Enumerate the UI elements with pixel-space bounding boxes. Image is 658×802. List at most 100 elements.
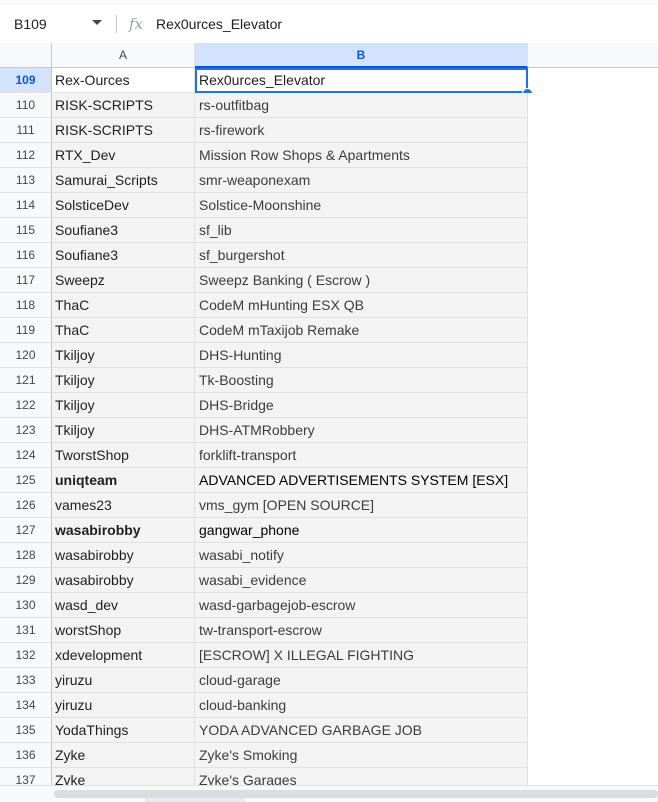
cell-b[interactable]: Zyke's Garages <box>195 768 528 785</box>
cell-b[interactable]: rs-firework <box>195 118 528 143</box>
empty-cell[interactable] <box>528 618 658 643</box>
row-header[interactable]: 137 <box>0 768 52 785</box>
name-box[interactable]: B109 <box>14 5 47 43</box>
cell-b[interactable]: Sweepz Banking ( Escrow ) <box>195 268 528 293</box>
row-header[interactable]: 130 <box>0 593 52 618</box>
row-header[interactable]: 119 <box>0 318 52 343</box>
empty-cell[interactable] <box>528 718 658 743</box>
cell-a[interactable]: wasd_dev <box>52 593 195 618</box>
cell-a[interactable]: TworstShop <box>52 443 195 468</box>
row-header[interactable]: 115 <box>0 218 52 243</box>
row-header[interactable]: 111 <box>0 118 52 143</box>
row-header[interactable]: 132 <box>0 643 52 668</box>
cell-b[interactable]: cloud-garage <box>195 668 528 693</box>
row-header[interactable]: 118 <box>0 293 52 318</box>
empty-cell[interactable] <box>528 218 658 243</box>
cell-a[interactable]: Zyke <box>52 768 195 785</box>
cell-a[interactable]: YodaThings <box>52 718 195 743</box>
empty-cell[interactable] <box>528 543 658 568</box>
empty-cell[interactable] <box>528 568 658 593</box>
scrollbar-thumb[interactable] <box>54 790 658 798</box>
empty-cell[interactable] <box>528 643 658 668</box>
empty-cell[interactable] <box>528 193 658 218</box>
cell-a[interactable]: xdevelopment <box>52 643 195 668</box>
cell-a[interactable]: RTX_Dev <box>52 143 195 168</box>
cell-a[interactable]: yiruzu <box>52 693 195 718</box>
cell-b[interactable]: Zyke's Smoking <box>195 743 528 768</box>
empty-cell[interactable] <box>528 693 658 718</box>
row-header[interactable]: 113 <box>0 168 52 193</box>
row-header[interactable]: 133 <box>0 668 52 693</box>
cell-a[interactable]: wasabirobby <box>52 568 195 593</box>
row-header[interactable]: 122 <box>0 393 52 418</box>
cell-b[interactable]: Mission Row Shops & Apartments <box>195 143 528 168</box>
cell-a[interactable]: uniqteam <box>52 468 195 493</box>
empty-cell[interactable] <box>528 368 658 393</box>
cell-b[interactable]: rs-outfitbag <box>195 93 528 118</box>
row-header[interactable]: 126 <box>0 493 52 518</box>
row-header[interactable]: 120 <box>0 343 52 368</box>
empty-cell[interactable] <box>528 318 658 343</box>
empty-cell[interactable] <box>528 243 658 268</box>
cell-a[interactable]: RISK-SCRIPTS <box>52 118 195 143</box>
cell-b[interactable]: DHS-ATMRobbery <box>195 418 528 443</box>
row-header[interactable]: 128 <box>0 543 52 568</box>
row-header[interactable]: 136 <box>0 743 52 768</box>
empty-cell[interactable] <box>528 93 658 118</box>
empty-cell[interactable] <box>528 443 658 468</box>
cell-b[interactable]: [ESCROW] X ILLEGAL FIGHTING <box>195 643 528 668</box>
chevron-down-icon[interactable] <box>92 20 102 25</box>
cell-a[interactable]: Tkiljoy <box>52 368 195 393</box>
empty-cell[interactable] <box>528 68 658 93</box>
cell-a[interactable]: yiruzu <box>52 668 195 693</box>
empty-cell[interactable] <box>528 268 658 293</box>
cell-b[interactable]: CodeM mHunting ESX QB <box>195 293 528 318</box>
row-header[interactable]: 109 <box>0 68 52 93</box>
cell-a[interactable]: Sweepz <box>52 268 195 293</box>
cell-b[interactable]: DHS-Hunting <box>195 343 528 368</box>
empty-cell[interactable] <box>528 743 658 768</box>
cell-a[interactable]: worstShop <box>52 618 195 643</box>
cell-a[interactable]: ThaC <box>52 318 195 343</box>
empty-cell[interactable] <box>528 668 658 693</box>
cell-a[interactable]: wasabirobby <box>52 543 195 568</box>
cell-b[interactable]: sf_lib <box>195 218 528 243</box>
cell-b[interactable]: tw-transport-escrow <box>195 618 528 643</box>
row-header[interactable]: 121 <box>0 368 52 393</box>
horizontal-scrollbar[interactable] <box>0 785 658 802</box>
cell-b[interactable]: gangwar_phone <box>195 518 528 543</box>
cell-b[interactable]: wasabi_evidence <box>195 568 528 593</box>
empty-cell[interactable] <box>528 768 658 785</box>
cell-b[interactable]: wasabi_notify <box>195 543 528 568</box>
row-header[interactable]: 116 <box>0 243 52 268</box>
cell-b[interactable]: vms_gym [OPEN SOURCE] <box>195 493 528 518</box>
row-header[interactable]: 129 <box>0 568 52 593</box>
row-header[interactable]: 110 <box>0 93 52 118</box>
cell-a[interactable]: Tkiljoy <box>52 418 195 443</box>
empty-cell[interactable] <box>528 593 658 618</box>
cell-b[interactable]: smr-weaponexam <box>195 168 528 193</box>
row-header[interactable]: 131 <box>0 618 52 643</box>
empty-cell[interactable] <box>528 143 658 168</box>
empty-cell[interactable] <box>528 393 658 418</box>
cell-a[interactable]: RISK-SCRIPTS <box>52 93 195 118</box>
cell-b[interactable]: YODA ADVANCED GARBAGE JOB <box>195 718 528 743</box>
cell-b[interactable]: Tk-Boosting <box>195 368 528 393</box>
empty-cell[interactable] <box>528 468 658 493</box>
cell-b[interactable]: wasd-garbagejob-escrow <box>195 593 528 618</box>
cell-a[interactable]: Rex-Ources <box>52 68 195 93</box>
row-header[interactable]: 123 <box>0 418 52 443</box>
cell-a[interactable]: Samurai_Scripts <box>52 168 195 193</box>
cell-a[interactable]: Tkiljoy <box>52 343 195 368</box>
column-header-a[interactable]: A <box>52 43 195 68</box>
cell-a[interactable]: Tkiljoy <box>52 393 195 418</box>
cell-a[interactable]: Soufiane3 <box>52 243 195 268</box>
empty-cell[interactable] <box>528 493 658 518</box>
row-header[interactable]: 135 <box>0 718 52 743</box>
cell-a[interactable]: Soufiane3 <box>52 218 195 243</box>
empty-cell[interactable] <box>528 118 658 143</box>
empty-cell[interactable] <box>528 518 658 543</box>
cell-a[interactable]: wasabirobby <box>52 518 195 543</box>
empty-cell[interactable] <box>528 168 658 193</box>
select-all-corner[interactable] <box>0 43 52 68</box>
